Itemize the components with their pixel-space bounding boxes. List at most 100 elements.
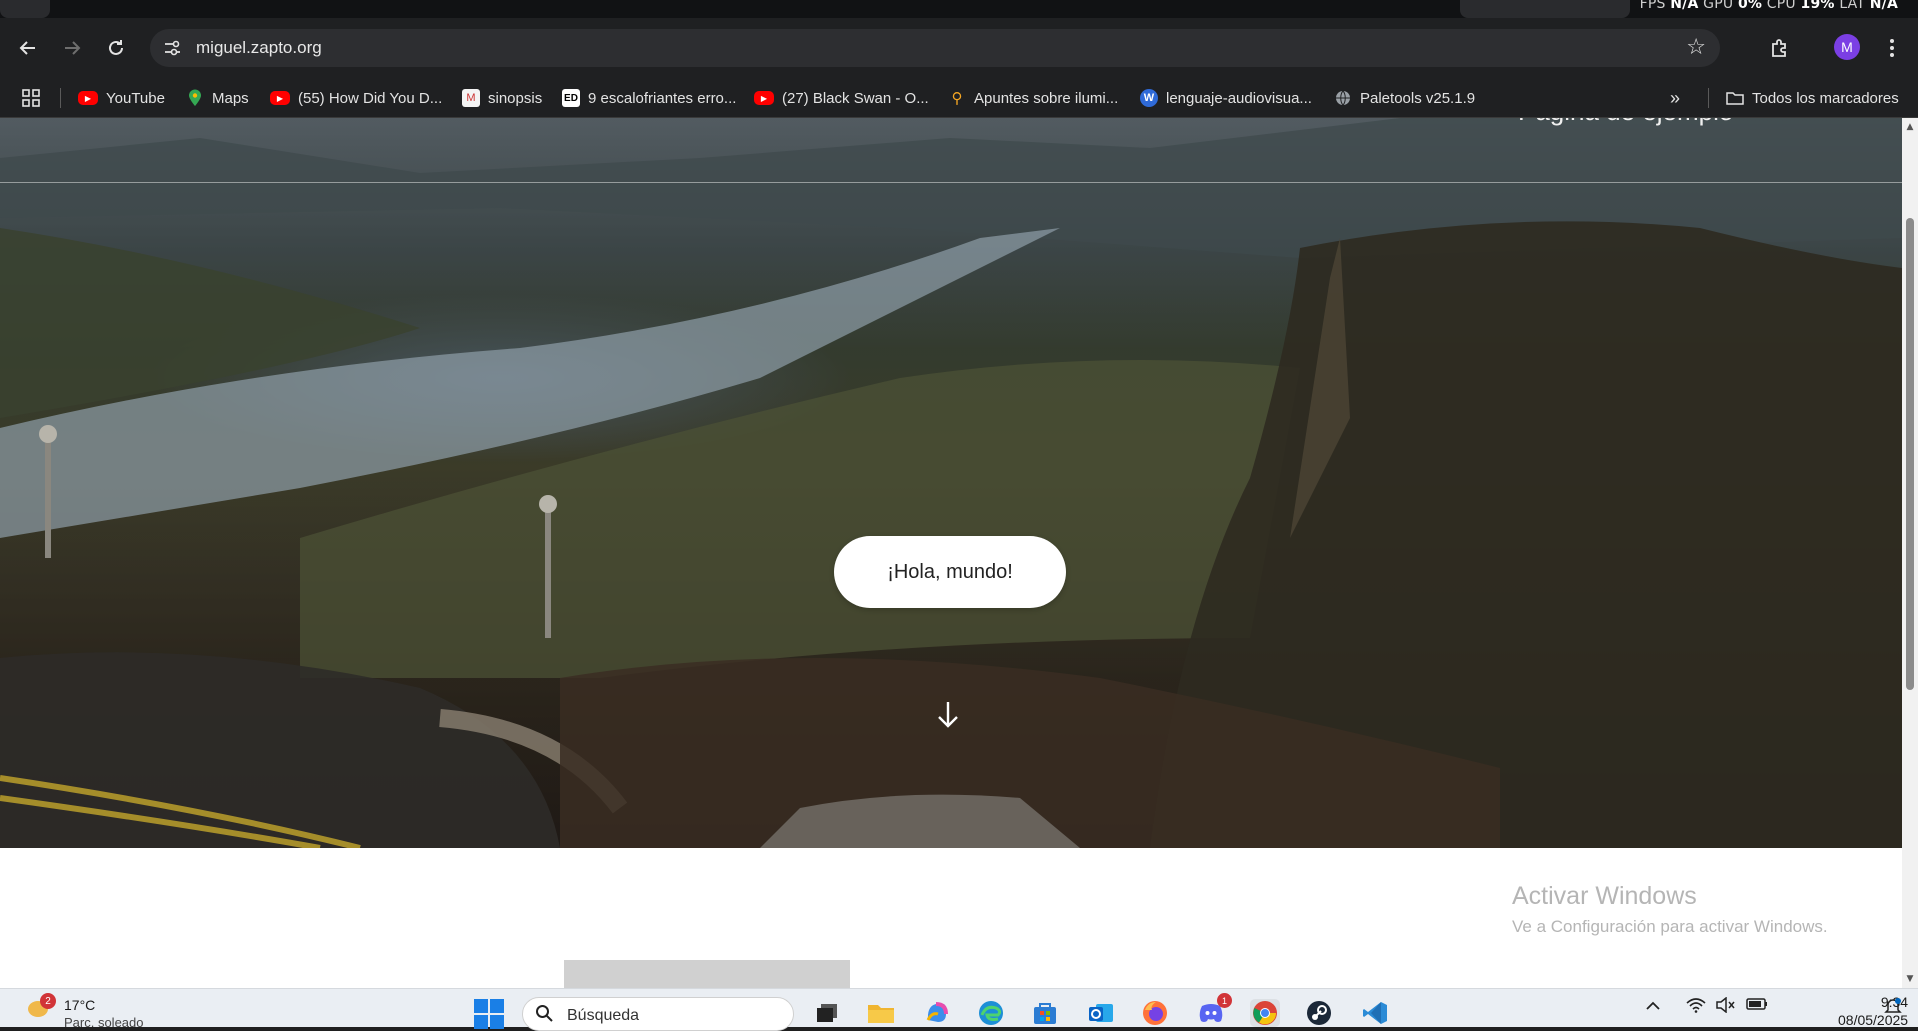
bookmark-youtube[interactable]: ▶ YouTube: [78, 78, 165, 118]
outlook-button[interactable]: [1086, 999, 1116, 1027]
vscode-button[interactable]: [1360, 999, 1390, 1027]
star-icon[interactable]: ☆: [1686, 35, 1706, 60]
show-hidden-icons-button[interactable]: [1646, 997, 1660, 1015]
bookmark-black-swan[interactable]: ▶ (27) Black Swan - O...: [754, 78, 929, 118]
weather-description[interactable]: Parc. soleado: [64, 1015, 144, 1030]
copilot-icon: [926, 1002, 948, 1022]
reload-button[interactable]: [98, 30, 134, 66]
watermark-subtitle: Ve a Configuración para activar Windows.: [1512, 917, 1828, 936]
chevron-up-icon: [1646, 1001, 1660, 1010]
site-icon: M: [462, 89, 480, 107]
notification-bell-icon: [1884, 998, 1902, 1013]
bookmark-youtube-video[interactable]: ▶ (55) How Did You D...: [270, 78, 442, 118]
page-title[interactable]: Página de ejemplo: [1518, 118, 1733, 127]
puzzle-icon: [1772, 39, 1786, 57]
copilot-button[interactable]: [922, 999, 952, 1027]
performance-overlay: FPS N/A GPU 0% CPU 19% LAT N/A: [1639, 0, 1898, 12]
browser-toolbar: miguel.zapto.org ☆ M: [0, 18, 1918, 78]
ms-store-button[interactable]: [1030, 999, 1060, 1027]
youtube-icon: ▶: [270, 91, 290, 105]
hello-world-button[interactable]: ¡Hola, mundo!: [834, 536, 1066, 608]
temperature[interactable]: 17°C: [64, 997, 95, 1013]
more-bookmarks-button[interactable]: »: [1670, 78, 1680, 118]
maps-pin-icon: [186, 89, 204, 107]
bookmark-sinopsis[interactable]: M sinopsis: [462, 78, 542, 118]
volume-button[interactable]: [1716, 996, 1736, 1017]
kebab-icon: [1890, 39, 1894, 57]
tab[interactable]: [0, 0, 50, 18]
all-bookmarks-folder[interactable]: Todos los marcadores: [1726, 78, 1899, 118]
notifications-button[interactable]: [1884, 997, 1902, 1019]
bookmark-maps[interactable]: Maps: [186, 78, 249, 118]
chevron-double-right-icon: »: [1670, 87, 1681, 108]
store-icon: [1034, 1003, 1056, 1024]
battery-button[interactable]: [1746, 997, 1768, 1015]
search-icon: [535, 1004, 553, 1027]
battery-icon: [1746, 998, 1767, 1010]
wordpress-icon: W: [1140, 89, 1158, 107]
profile-avatar[interactable]: M: [1834, 34, 1860, 60]
chrome-button[interactable]: [1250, 999, 1280, 1027]
watermark-title: Activar Windows: [1512, 882, 1697, 910]
page-scrollbar[interactable]: ▲ ▼: [1902, 118, 1918, 988]
bookmark-label: Paletools v25.1.9: [1360, 89, 1476, 107]
figure-icon: ⚲: [951, 90, 963, 107]
weather-widget[interactable]: 2: [26, 993, 56, 1021]
address-bar[interactable]: miguel.zapto.org ☆: [150, 29, 1720, 67]
discord-button[interactable]: 1: [1196, 993, 1232, 1027]
apps-button[interactable]: [22, 78, 40, 118]
header-divider: [0, 182, 1902, 183]
bookmark-label: lenguaje-audiovisua...: [1166, 89, 1312, 107]
firefox-button[interactable]: [1140, 999, 1170, 1027]
divider: [1708, 88, 1709, 108]
ed-icon: ED: [562, 89, 580, 107]
discord-badge: 1: [1217, 993, 1232, 1008]
landscape-image: [0, 118, 1902, 848]
arrow-left-icon: [19, 41, 35, 55]
url-text[interactable]: miguel.zapto.org: [196, 38, 322, 58]
site-info-icon[interactable]: [160, 36, 184, 60]
bookmark-label: YouTube: [106, 89, 165, 107]
vscode-icon: [1363, 1002, 1387, 1024]
steam-icon: [1307, 1001, 1331, 1025]
wifi-button[interactable]: [1686, 997, 1706, 1017]
volume-muted-icon: [1716, 996, 1735, 1014]
forward-button[interactable]: [54, 30, 90, 66]
tab[interactable]: [1460, 0, 1630, 18]
start-button[interactable]: [474, 999, 504, 1029]
scroll-thumb[interactable]: [1906, 218, 1914, 690]
bookmark-label: 9 escalofriantes erro...: [588, 89, 737, 107]
folder-icon: [1726, 89, 1744, 107]
back-button[interactable]: [10, 30, 46, 66]
scroll-down-button[interactable]: [936, 700, 964, 734]
outlook-icon: [1089, 1004, 1113, 1022]
menu-button[interactable]: [1874, 30, 1910, 66]
steam-button[interactable]: [1304, 999, 1334, 1027]
firefox-icon: [1143, 1001, 1167, 1025]
youtube-icon: ▶: [754, 91, 774, 105]
bookmark-apuntes[interactable]: ⚲ Apuntes sobre ilumi...: [948, 78, 1119, 118]
arrow-right-icon: [65, 41, 81, 55]
hero-section: Página de ejemplo ¡Hola, mundo!: [0, 118, 1902, 848]
scroll-down-arrow-icon[interactable]: ▼: [1905, 974, 1915, 984]
windows-activation-watermark: Activar Windows Ve a Configuración para …: [1512, 882, 1828, 937]
youtube-icon: ▶: [78, 91, 98, 105]
task-view-button[interactable]: [812, 999, 842, 1027]
file-explorer-button[interactable]: [866, 999, 896, 1027]
wifi-icon: [1686, 998, 1706, 1013]
bookmark-paletools[interactable]: Paletools v25.1.9: [1334, 78, 1475, 118]
apps-grid-icon: [22, 89, 40, 107]
bookmark-lenguaje[interactable]: W lenguaje-audiovisua...: [1140, 78, 1312, 118]
edge-button[interactable]: [976, 999, 1006, 1027]
scroll-up-arrow-icon[interactable]: ▲: [1905, 122, 1915, 132]
windows-taskbar: 2 17°C Parc. soleado Búsqueda 1 9:34 08/…: [0, 988, 1918, 1031]
bookmark-escalofriantes[interactable]: ED 9 escalofriantes erro...: [562, 78, 736, 118]
extensions-button[interactable]: [1762, 30, 1798, 66]
divider: [60, 88, 61, 108]
weather-badge: 2: [40, 993, 56, 1009]
content-placeholder: [564, 960, 850, 988]
arrow-down-icon: [938, 702, 958, 728]
taskbar-search[interactable]: Búsqueda: [522, 997, 794, 1031]
reload-icon: [109, 40, 123, 55]
bookmark-label: Apuntes sobre ilumi...: [974, 89, 1119, 107]
